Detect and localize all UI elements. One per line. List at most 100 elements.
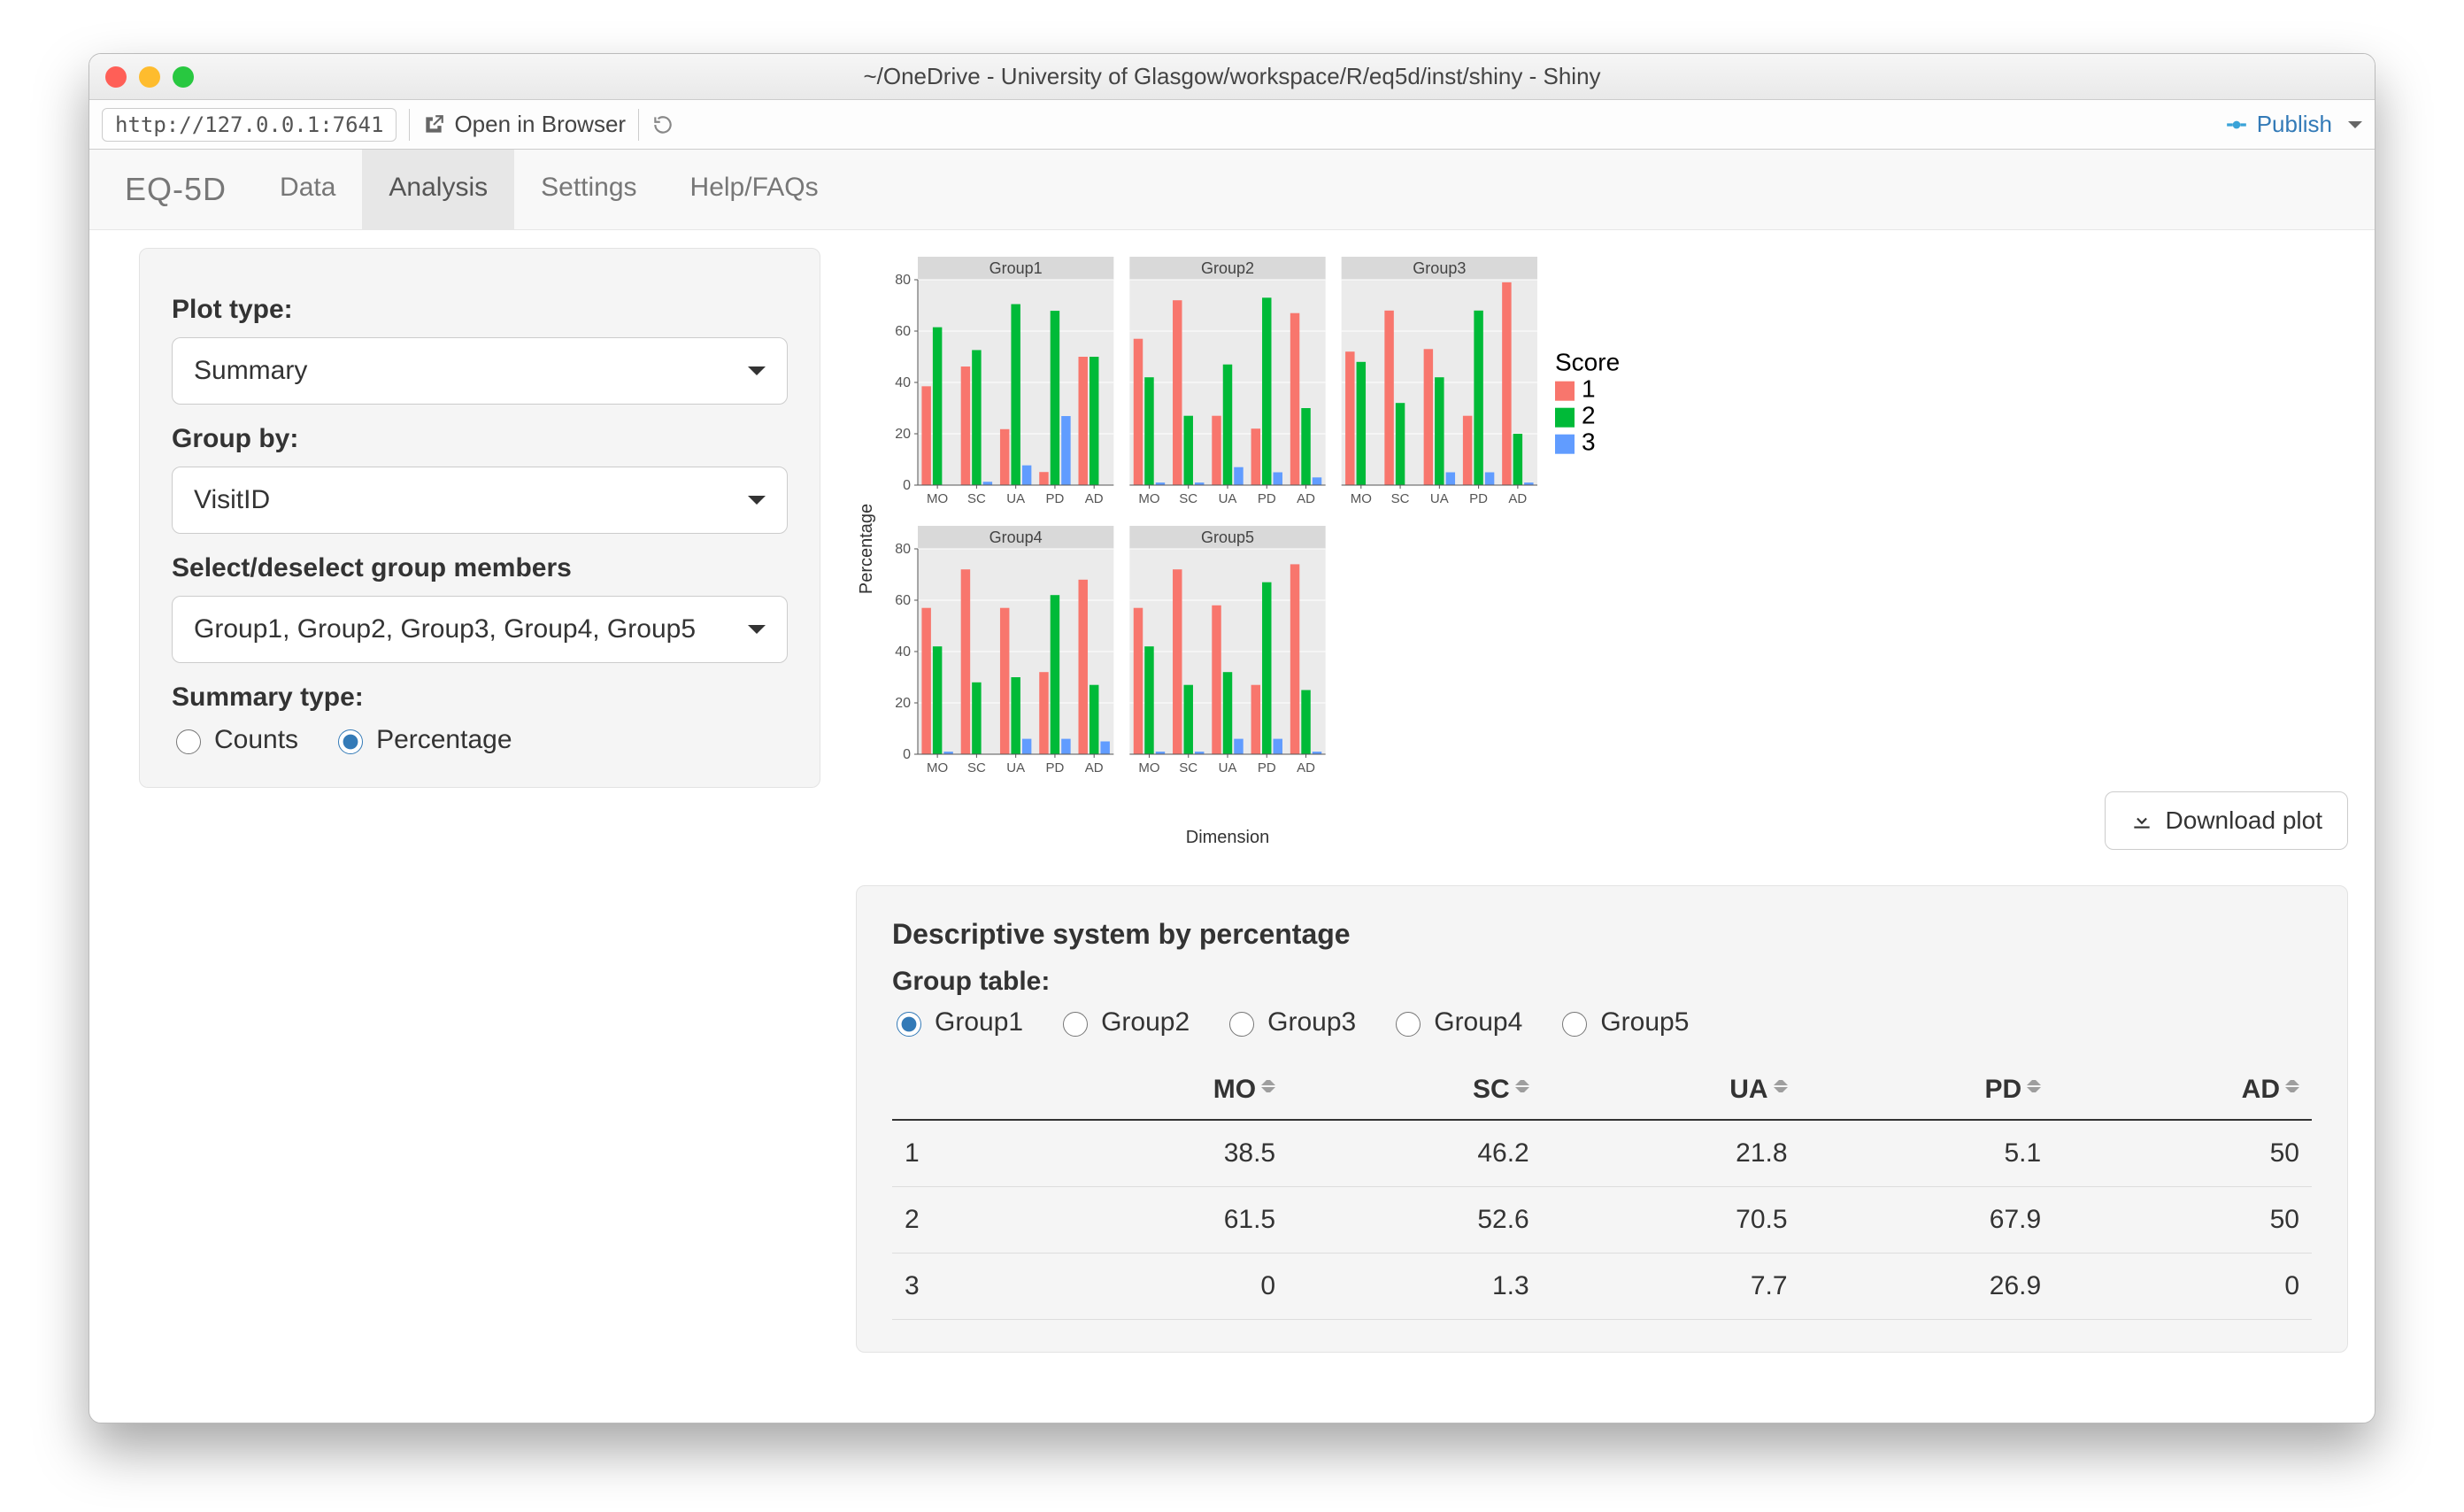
main-panel: PercentageDimensionGroup1020406080MOSCUA…	[856, 248, 2348, 1353]
svg-text:40: 40	[895, 375, 911, 390]
row-header-column[interactable]	[892, 1059, 1016, 1120]
svg-text:PD: PD	[1258, 491, 1276, 506]
publish-icon	[2225, 113, 2248, 136]
table-row: 301.37.726.90	[892, 1254, 2312, 1320]
svg-text:3: 3	[1582, 428, 1596, 456]
summary-type-radios: Counts Percentage	[172, 725, 788, 755]
column-ua[interactable]: UA	[1542, 1059, 1800, 1120]
svg-text:SC: SC	[1391, 491, 1410, 506]
table-panel-title: Descriptive system by percentage	[892, 918, 2312, 951]
svg-text:20: 20	[895, 696, 911, 711]
svg-text:SC: SC	[1179, 491, 1197, 506]
svg-text:MO: MO	[1138, 491, 1159, 506]
summary-type-radio-percentage[interactable]: Percentage	[334, 725, 512, 755]
sort-icon	[1261, 1075, 1275, 1098]
svg-text:MO: MO	[927, 760, 948, 775]
group-by-label: Group by:	[172, 424, 788, 454]
group-by-select[interactable]: VisitID	[172, 467, 788, 534]
chevron-down-icon	[748, 496, 766, 513]
svg-text:UA: UA	[1219, 491, 1237, 506]
tab-help-faqs[interactable]: Help/FAQs	[664, 150, 845, 229]
tab-analysis[interactable]: Analysis	[362, 150, 514, 229]
svg-text:80: 80	[895, 273, 911, 288]
svg-text:PD: PD	[1046, 760, 1065, 775]
mac-titlebar: ~/OneDrive - University of Glasgow/works…	[89, 54, 2375, 100]
svg-text:AD: AD	[1297, 760, 1315, 775]
summary-type-label: Summary type:	[172, 683, 788, 713]
browser-toolbar: http://127.0.0.1:7641 Open in Browser Pu…	[89, 100, 2375, 150]
address-bar[interactable]: http://127.0.0.1:7641	[102, 108, 397, 142]
svg-text:PD: PD	[1258, 760, 1276, 775]
tab-data[interactable]: Data	[253, 150, 362, 229]
svg-text:Group1: Group1	[989, 259, 1043, 277]
svg-text:MO: MO	[1138, 760, 1159, 775]
svg-text:PD: PD	[1469, 491, 1488, 506]
svg-text:60: 60	[895, 324, 911, 339]
table-panel: Descriptive system by percentage Group t…	[856, 885, 2348, 1353]
group-radio-group5[interactable]: Group5	[1558, 1007, 1689, 1038]
svg-text:SC: SC	[1179, 760, 1197, 775]
svg-text:Group2: Group2	[1201, 259, 1254, 277]
members-select[interactable]: Group1, Group2, Group3, Group4, Group5	[172, 596, 788, 663]
minimize-window-icon[interactable]	[139, 66, 160, 88]
publish-button[interactable]: Publish	[2225, 111, 2362, 138]
sort-icon	[1774, 1075, 1788, 1098]
group-radio-group2[interactable]: Group2	[1059, 1007, 1190, 1038]
app-window: ~/OneDrive - University of Glasgow/works…	[89, 53, 2375, 1423]
window-title: ~/OneDrive - University of Glasgow/works…	[89, 63, 2375, 90]
chevron-down-icon	[748, 366, 766, 384]
svg-text:AD: AD	[1508, 491, 1527, 506]
app-navbar: EQ-5D DataAnalysisSettingsHelp/FAQs	[89, 150, 2375, 230]
summary-type-radio-counts[interactable]: Counts	[172, 725, 298, 755]
svg-text:MO: MO	[927, 491, 948, 506]
svg-text:AD: AD	[1297, 491, 1315, 506]
download-icon	[2130, 809, 2153, 832]
svg-text:PD: PD	[1046, 491, 1065, 506]
group-table-radios: Group1 Group2 Group3 Group4 Group5	[892, 1007, 2312, 1038]
sort-icon	[2027, 1075, 2041, 1098]
table-row: 138.546.221.85.150	[892, 1120, 2312, 1187]
close-window-icon[interactable]	[105, 66, 127, 88]
download-plot-button[interactable]: Download plot	[2105, 791, 2348, 850]
svg-text:Score: Score	[1555, 349, 1620, 376]
chevron-down-icon	[748, 625, 766, 643]
svg-text:MO: MO	[1351, 491, 1372, 506]
column-sc[interactable]: SC	[1288, 1059, 1542, 1120]
facet-plot: PercentageDimensionGroup1020406080MOSCUA…	[856, 248, 1652, 850]
plot-type-label: Plot type:	[172, 295, 788, 325]
svg-text:60: 60	[895, 593, 911, 608]
svg-text:UA: UA	[1219, 760, 1237, 775]
svg-text:Group3: Group3	[1413, 259, 1466, 277]
svg-text:Percentage: Percentage	[857, 504, 876, 594]
svg-text:80: 80	[895, 542, 911, 557]
svg-text:1: 1	[1582, 375, 1596, 403]
svg-text:0: 0	[903, 478, 911, 493]
popout-icon	[422, 113, 445, 136]
sort-icon	[1515, 1075, 1529, 1098]
open-in-browser-button[interactable]: Open in Browser	[422, 111, 626, 138]
svg-text:SC: SC	[967, 760, 986, 775]
reload-button[interactable]	[651, 113, 674, 136]
column-pd[interactable]: PD	[1800, 1059, 2054, 1120]
table-row: 261.552.670.567.950	[892, 1187, 2312, 1254]
reload-icon	[651, 113, 674, 136]
group-radio-group3[interactable]: Group3	[1225, 1007, 1356, 1038]
svg-text:0: 0	[903, 747, 911, 762]
svg-text:SC: SC	[967, 491, 986, 506]
svg-text:UA: UA	[1006, 760, 1025, 775]
data-table: MOSCUAPDAD 138.546.221.85.150261.552.670…	[892, 1059, 2312, 1320]
svg-text:2: 2	[1582, 402, 1596, 429]
svg-text:Group4: Group4	[989, 528, 1043, 546]
plot-type-select[interactable]: Summary	[172, 337, 788, 405]
column-mo[interactable]: MO	[1016, 1059, 1288, 1120]
group-radio-group4[interactable]: Group4	[1391, 1007, 1522, 1038]
group-radio-group1[interactable]: Group1	[892, 1007, 1023, 1038]
svg-text:AD: AD	[1085, 760, 1104, 775]
app-content: Plot type: Summary Group by: VisitID Sel…	[89, 230, 2375, 1422]
maximize-window-icon[interactable]	[173, 66, 194, 88]
svg-text:Dimension: Dimension	[1186, 828, 1269, 847]
column-ad[interactable]: AD	[2053, 1059, 2312, 1120]
members-label: Select/deselect group members	[172, 553, 788, 583]
sort-icon	[2285, 1075, 2299, 1098]
tab-settings[interactable]: Settings	[514, 150, 663, 229]
